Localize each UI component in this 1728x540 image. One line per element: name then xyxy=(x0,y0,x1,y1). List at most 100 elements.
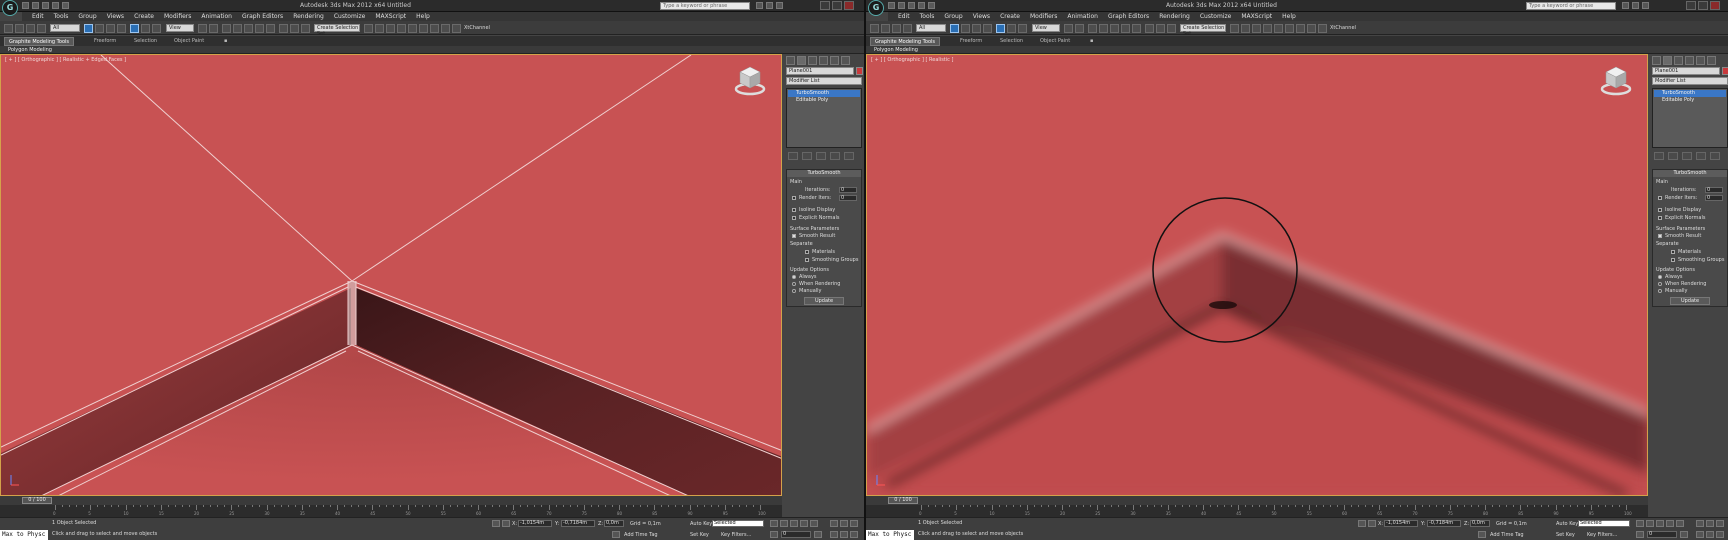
percent-snap-icon[interactable] xyxy=(255,24,264,33)
rollout-title[interactable]: TurboSmooth xyxy=(787,170,861,177)
menu-item[interactable]: MAXScript xyxy=(375,12,406,21)
hierarchy-tab-icon[interactable] xyxy=(808,56,817,65)
ribbon-options-icon[interactable]: ▪ xyxy=(1086,37,1097,46)
iterations-spinner[interactable]: 0 xyxy=(839,187,857,193)
menu-item[interactable]: Customize xyxy=(1200,12,1232,21)
set-key-button[interactable]: Set Key xyxy=(690,532,709,538)
current-frame-field[interactable]: 0 xyxy=(781,531,811,538)
iterations-spinner[interactable]: 0 xyxy=(1705,187,1723,193)
menu-item[interactable]: Views xyxy=(973,12,990,21)
link-icon[interactable] xyxy=(892,24,901,33)
mirror-icon[interactable] xyxy=(1156,24,1165,33)
search-input[interactable]: Type a keyword or phrase xyxy=(660,2,750,10)
remove-modifier-icon[interactable] xyxy=(1696,152,1706,160)
align-icon[interactable] xyxy=(301,24,310,33)
maxscript-listener[interactable]: Max to Physc xyxy=(0,530,48,540)
zoom-extents-icon[interactable] xyxy=(1716,520,1724,527)
goto-end-icon[interactable] xyxy=(1676,520,1684,527)
layer-manager-icon[interactable] xyxy=(1230,24,1239,33)
isoline-checkbox[interactable] xyxy=(792,208,796,212)
manually-radio[interactable] xyxy=(792,289,796,293)
menu-item[interactable]: Modifiers xyxy=(164,12,191,21)
maximize-button[interactable] xyxy=(1698,1,1708,10)
render-icon[interactable] xyxy=(441,24,450,33)
selection-filter-dropdown[interactable]: All xyxy=(50,24,80,32)
smoothing-groups-checkbox[interactable] xyxy=(805,258,809,262)
render-iters-spinner[interactable]: 0 xyxy=(1705,195,1723,201)
utilities-tab-icon[interactable] xyxy=(1707,56,1716,65)
add-time-tag[interactable]: Add Time Tag xyxy=(624,532,658,538)
create-tab-icon[interactable] xyxy=(786,56,795,65)
create-tab-icon[interactable] xyxy=(1652,56,1661,65)
viewcube-icon[interactable] xyxy=(733,63,767,97)
play-icon[interactable] xyxy=(1656,520,1664,527)
render-setup-icon[interactable] xyxy=(1285,24,1294,33)
ref-coord-dropdown[interactable]: View xyxy=(1032,24,1060,32)
viewport-label[interactable]: [ + ] [ Orthographic ] [ Realistic + Edg… xyxy=(5,57,126,63)
display-tab-icon[interactable] xyxy=(830,56,839,65)
minimize-button[interactable] xyxy=(1686,1,1696,10)
ribbon-options-icon[interactable]: ▪ xyxy=(220,37,231,46)
object-name-field[interactable]: Plane001 xyxy=(1652,67,1720,75)
next-frame-icon[interactable] xyxy=(800,520,808,527)
field-of-view-icon[interactable] xyxy=(830,531,838,538)
teapot-icon[interactable] xyxy=(1318,24,1327,33)
redo-icon[interactable] xyxy=(62,2,69,9)
prev-frame-icon[interactable] xyxy=(780,520,788,527)
object-color-swatch[interactable] xyxy=(856,67,863,75)
time-config-icon[interactable] xyxy=(814,531,822,538)
rollout-title[interactable]: TurboSmooth xyxy=(1653,170,1727,177)
help-icon[interactable] xyxy=(776,2,783,9)
menu-item[interactable]: Customize xyxy=(334,12,366,21)
display-tab-icon[interactable] xyxy=(1696,56,1705,65)
mirror-icon[interactable] xyxy=(290,24,299,33)
smoothing-groups-checkbox[interactable] xyxy=(1671,258,1675,262)
render-setup-icon[interactable] xyxy=(419,24,428,33)
menu-item[interactable]: Animation xyxy=(1067,12,1098,21)
material-editor-icon[interactable] xyxy=(1274,24,1283,33)
zoom-icon[interactable] xyxy=(830,520,838,527)
time-slider-thumb[interactable]: 0 / 100 xyxy=(22,497,52,504)
binoculars-icon[interactable] xyxy=(1622,2,1629,9)
motion-tab-icon[interactable] xyxy=(1685,56,1694,65)
pin-stack-icon[interactable] xyxy=(1654,152,1664,160)
hierarchy-tab-icon[interactable] xyxy=(1674,56,1683,65)
rotate-icon[interactable] xyxy=(141,24,150,33)
stack-item-turbosmooth[interactable]: TurboSmooth xyxy=(1654,90,1726,97)
track-bar[interactable]: 0 5 10 15 20 25 30 35 40 45 50 55 60 65 70 75 80 85 90 95 10… xyxy=(0,505,782,517)
star-icon[interactable] xyxy=(766,2,773,9)
tab-graphite[interactable]: Graphite Modeling Tools xyxy=(870,37,941,46)
zoom-all-icon[interactable] xyxy=(1706,520,1714,527)
search-input[interactable]: Type a keyword or phrase xyxy=(1526,2,1616,10)
edit-named-sel-icon[interactable] xyxy=(1145,24,1154,33)
select-manipulate-icon[interactable] xyxy=(1075,24,1084,33)
utilities-tab-icon[interactable] xyxy=(841,56,850,65)
star-icon[interactable] xyxy=(1632,2,1639,9)
save-file-icon[interactable] xyxy=(908,2,915,9)
close-button[interactable] xyxy=(1710,1,1720,10)
when-rendering-radio[interactable] xyxy=(1658,282,1662,286)
select-manipulate-icon[interactable] xyxy=(209,24,218,33)
stack-item-turbosmooth[interactable]: TurboSmooth xyxy=(788,90,860,97)
app-logo-icon[interactable]: G xyxy=(2,0,18,16)
track-bar[interactable]: 0 5 10 15 20 25 30 35 40 45 50 55 60 65 70 75 80 85 90 95 10… xyxy=(866,505,1648,517)
x-coordinate-field[interactable]: -1,0154m xyxy=(1384,520,1418,527)
y-coordinate-field[interactable]: -0,7184m xyxy=(561,520,595,527)
key-mode-icon[interactable] xyxy=(1636,531,1644,538)
curve-editor-icon[interactable] xyxy=(1252,24,1261,33)
time-slider-thumb[interactable]: 0 / 100 xyxy=(888,497,918,504)
schematic-view-icon[interactable] xyxy=(397,24,406,33)
edit-named-sel-icon[interactable] xyxy=(279,24,288,33)
open-file-icon[interactable] xyxy=(32,2,39,9)
material-editor-icon[interactable] xyxy=(408,24,417,33)
modify-tab-icon[interactable] xyxy=(797,56,806,65)
unlink-icon[interactable] xyxy=(903,24,912,33)
auto-key-dropdown[interactable]: Selected xyxy=(1578,520,1630,527)
stack-item-editable-poly[interactable]: Editable Poly xyxy=(1654,97,1726,104)
new-file-icon[interactable] xyxy=(888,2,895,9)
schematic-view-icon[interactable] xyxy=(1263,24,1272,33)
undo-tool-icon[interactable] xyxy=(870,24,879,33)
render-icon[interactable] xyxy=(1307,24,1316,33)
absolute-mode-icon[interactable] xyxy=(1368,520,1376,527)
field-of-view-icon[interactable] xyxy=(1696,531,1704,538)
